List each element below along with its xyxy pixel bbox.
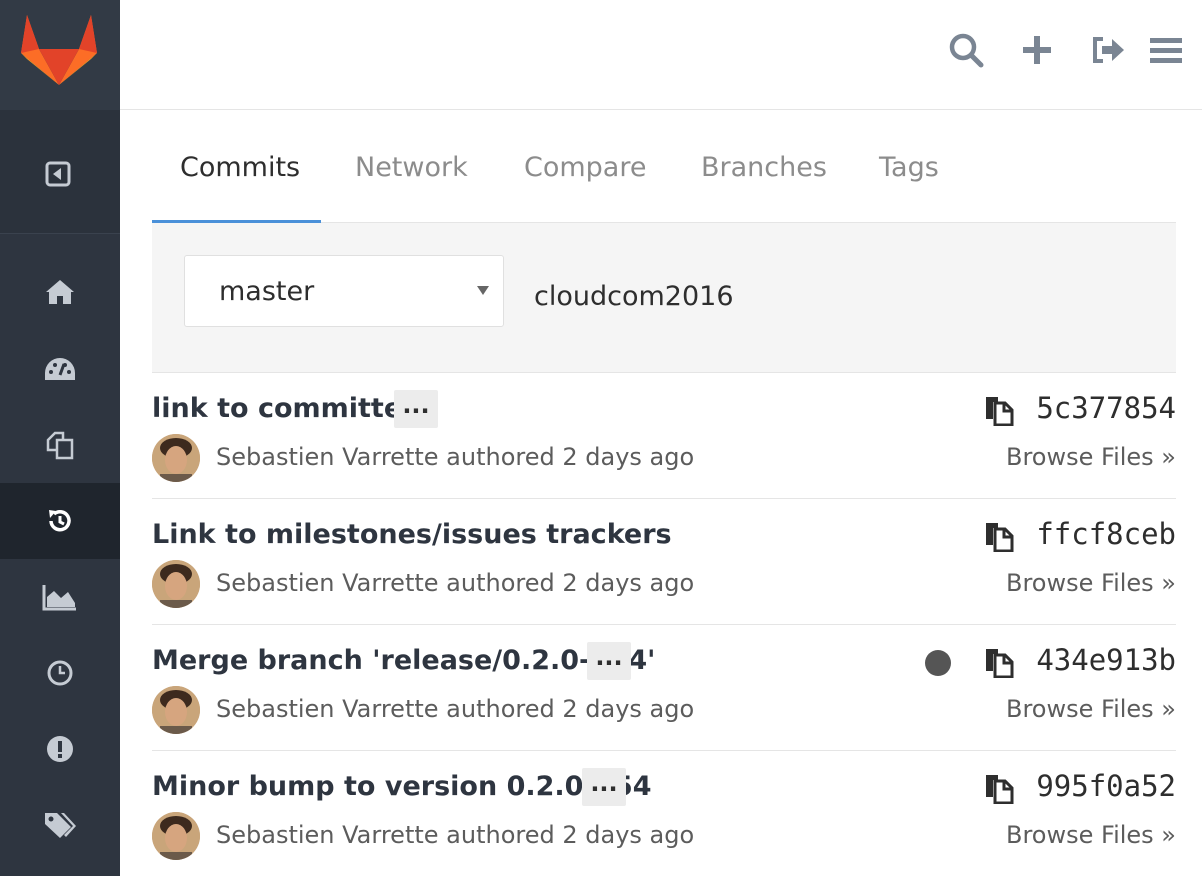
sidebar-item-files[interactable]	[0, 407, 120, 483]
commit-sha-link[interactable]: 434e913b	[1036, 643, 1176, 677]
sidebar	[0, 0, 120, 876]
expand-message-button[interactable]: ...	[394, 390, 438, 428]
chevron-down-icon	[477, 286, 489, 295]
avatar[interactable]	[152, 686, 200, 734]
copy-icon[interactable]	[983, 646, 1015, 678]
tab-label: Branches	[701, 152, 827, 183]
copy-icon[interactable]	[983, 520, 1015, 552]
browse-files-link[interactable]: Browse Files »	[1006, 821, 1176, 849]
tab-label: Tags	[879, 152, 939, 183]
browse-files-link[interactable]: Browse Files »	[1006, 569, 1176, 597]
tab-label: Network	[355, 152, 468, 183]
commit-title-link[interactable]: link to committee	[152, 393, 420, 424]
top-header	[120, 0, 1202, 110]
commit-sha-link[interactable]: ffcf8ceb	[1036, 517, 1176, 551]
commit-author-line: Sebastien Varrette authored 2 days ago	[216, 443, 695, 471]
sidebar-item-home[interactable]	[0, 254, 120, 330]
commit-author-line: Sebastien Varrette authored 2 days ago	[216, 695, 695, 723]
gitlab-logo-icon	[21, 15, 97, 85]
branch-select[interactable]: master	[184, 255, 504, 327]
expand-message-button[interactable]: ...	[587, 642, 631, 680]
browse-files-link[interactable]: Browse Files »	[1006, 695, 1176, 723]
commit-title-link[interactable]: Merge branch 'release/0.2.0-b54'	[152, 645, 655, 676]
sign-out-icon	[1093, 37, 1124, 63]
sidebar-item-graph[interactable]	[0, 559, 120, 635]
sidebar-item-tags[interactable]	[0, 787, 120, 863]
build-status-icon[interactable]	[925, 650, 951, 676]
commit-author-line: Sebastien Varrette authored 2 days ago	[216, 569, 695, 597]
tab-compare[interactable]: Compare	[524, 140, 646, 223]
copy-icon[interactable]	[983, 772, 1015, 804]
home-icon	[46, 280, 74, 304]
dashboard-icon	[45, 358, 75, 380]
avatar[interactable]	[152, 560, 200, 608]
commit-row: link to committee ... Sebastien Varrette…	[152, 373, 1176, 499]
commit-title-link[interactable]: Minor bump to version 0.2.0-b54	[152, 771, 652, 802]
commit-title-link[interactable]: Link to milestones/issues trackers	[152, 519, 672, 550]
branch-select-value: master	[219, 276, 315, 307]
search-button[interactable]	[946, 30, 986, 70]
tags-icon	[45, 813, 76, 838]
expand-message-button[interactable]: ...	[582, 768, 626, 806]
files-icon	[46, 431, 74, 460]
new-item-button[interactable]	[1017, 30, 1057, 70]
commit-row: Merge branch 'release/0.2.0-b54' ... Seb…	[152, 625, 1176, 751]
gitlab-logo[interactable]	[0, 0, 120, 110]
graph-icon	[42, 585, 76, 611]
menu-button[interactable]	[1146, 30, 1186, 70]
sign-out-button[interactable]	[1088, 30, 1128, 70]
tab-commits[interactable]: Commits	[152, 140, 321, 223]
copy-icon[interactable]	[983, 394, 1015, 426]
tab-branches[interactable]: Branches	[701, 140, 827, 223]
commits-filter-bar: master cloudcom2016	[152, 223, 1176, 373]
clock-icon	[47, 660, 73, 686]
repository-tabs: Commits Network Compare Branches Tags	[152, 140, 1176, 223]
collapse-icon	[45, 161, 71, 187]
browse-files-link[interactable]: Browse Files »	[1006, 443, 1176, 471]
tab-label: Commits	[180, 152, 301, 183]
commit-sha-link[interactable]: 5c377854	[1036, 391, 1176, 425]
tab-tags[interactable]: Tags	[879, 140, 939, 223]
commit-row: Link to milestones/issues trackers Sebas…	[152, 499, 1176, 625]
project-name: cloudcom2016	[534, 281, 734, 312]
hamburger-icon	[1150, 38, 1182, 63]
sidebar-item-issues[interactable]	[0, 711, 120, 787]
commit-author-line: Sebastien Varrette authored 2 days ago	[216, 821, 695, 849]
history-icon	[49, 509, 71, 532]
sidebar-item-dashboard[interactable]	[0, 331, 120, 407]
commit-sha-link[interactable]: 995f0a52	[1036, 769, 1176, 803]
sidebar-item-clock[interactable]	[0, 635, 120, 711]
avatar[interactable]	[152, 434, 200, 482]
exclamation-icon	[47, 736, 73, 762]
tab-network[interactable]: Network	[355, 140, 468, 223]
search-icon	[949, 33, 984, 68]
avatar[interactable]	[152, 812, 200, 860]
collapse-sidebar-button[interactable]	[0, 110, 120, 234]
tab-label: Compare	[524, 152, 647, 183]
sidebar-item-history[interactable]	[0, 483, 120, 559]
plus-icon	[1023, 36, 1051, 64]
commit-row: Minor bump to version 0.2.0-b54 ... Seba…	[152, 751, 1176, 876]
